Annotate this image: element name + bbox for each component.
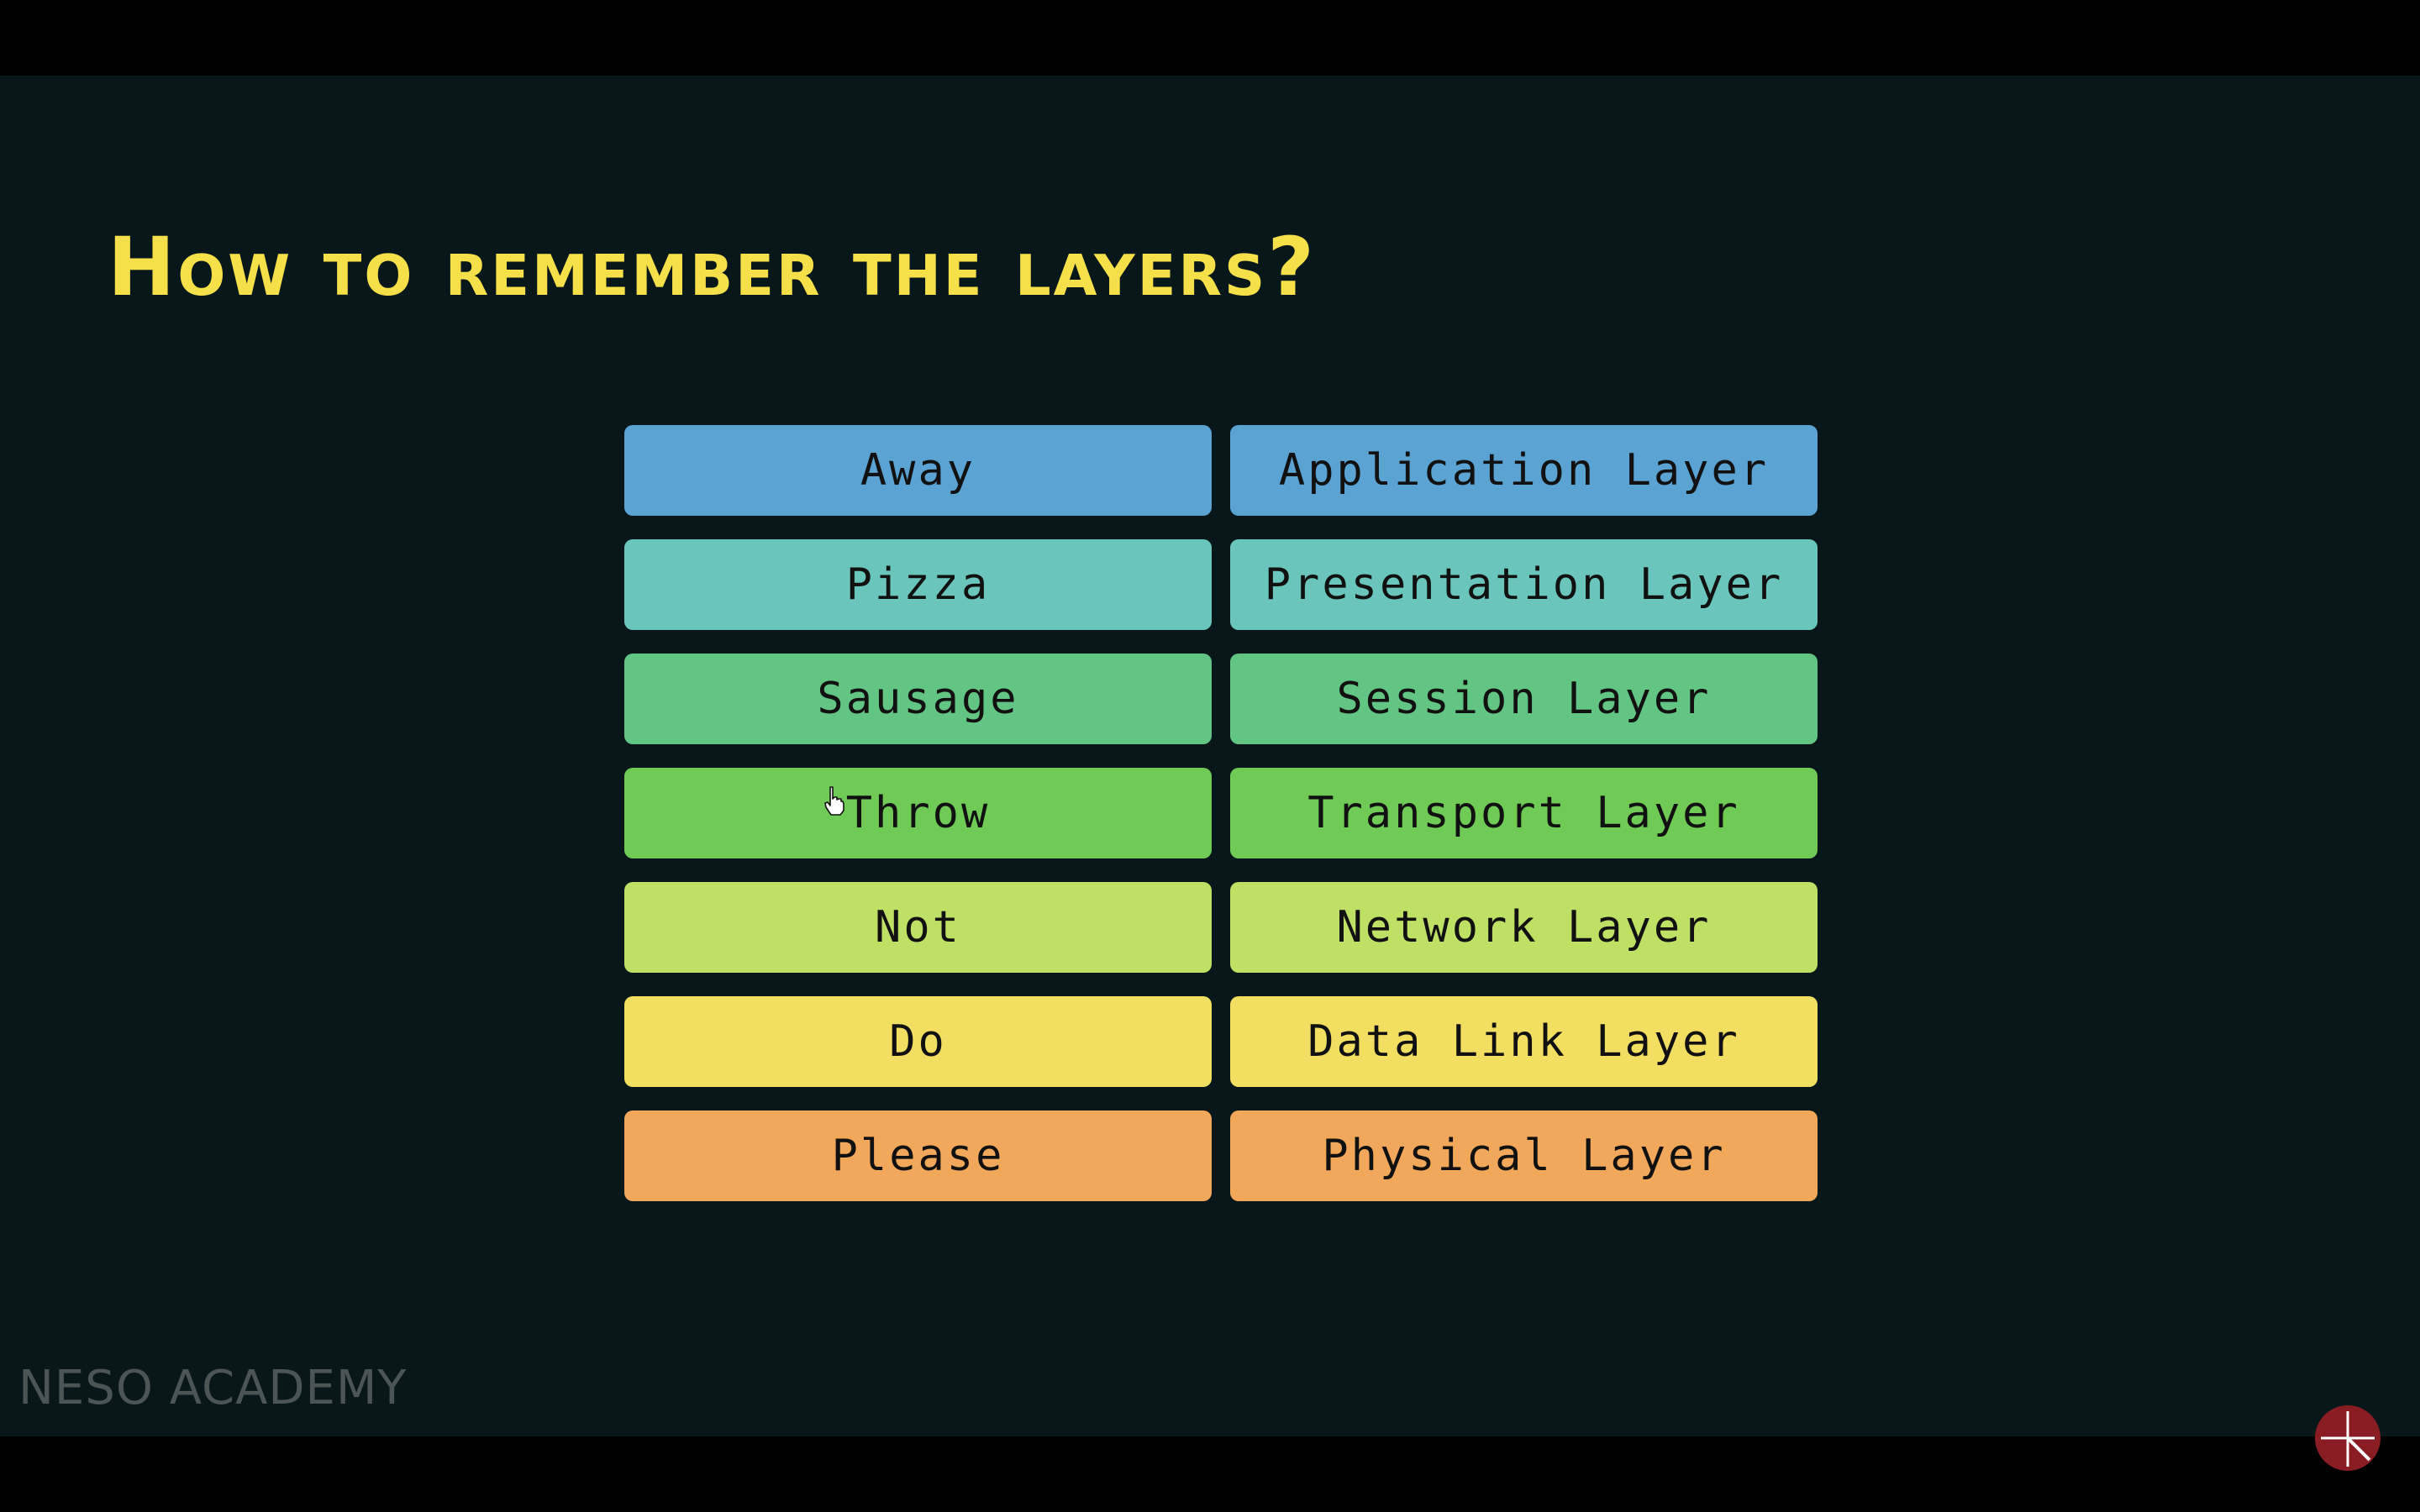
layer-row-network: Not Network Layer xyxy=(624,882,1818,973)
mnemonic-cell: Away xyxy=(624,425,1212,516)
layer-cell: Network Layer xyxy=(1230,882,1818,973)
mnemonic-cell: Do xyxy=(624,996,1212,1087)
mnemonic-cell: Throw xyxy=(624,768,1212,858)
layer-cell: Data Link Layer xyxy=(1230,996,1818,1087)
mnemonic-cell: Please xyxy=(624,1110,1212,1201)
layer-row-transport: Throw Transport Layer xyxy=(624,768,1818,858)
mnemonic-cell: Sausage xyxy=(624,654,1212,744)
layer-row-application: Away Application Layer xyxy=(624,425,1818,516)
layer-row-presentation: Pizza Presentation Layer xyxy=(624,539,1818,630)
layer-cell: Application Layer xyxy=(1230,425,1818,516)
layer-cell: Transport Layer xyxy=(1230,768,1818,858)
layer-cell: Presentation Layer xyxy=(1230,539,1818,630)
player-logo-icon[interactable] xyxy=(2314,1404,2381,1472)
slide-title: How to remember the layers? xyxy=(108,220,1317,314)
slide: How to remember the layers? Away Applica… xyxy=(0,76,2420,1436)
layer-row-session: Sausage Session Layer xyxy=(624,654,1818,744)
letterbox-bottom xyxy=(0,1436,2420,1512)
hand-pointer-icon xyxy=(824,786,844,816)
mnemonic-cell: Not xyxy=(624,882,1212,973)
layer-cell: Physical Layer xyxy=(1230,1110,1818,1201)
layer-row-physical: Please Physical Layer xyxy=(624,1110,1818,1201)
layers-table: Away Application Layer Pizza Presentatio… xyxy=(624,425,1818,1225)
mnemonic-cell: Pizza xyxy=(624,539,1212,630)
watermark: NESO ACADEMY xyxy=(18,1361,408,1415)
layer-cell: Session Layer xyxy=(1230,654,1818,744)
letterbox-top xyxy=(0,0,2420,76)
layer-row-data-link: Do Data Link Layer xyxy=(624,996,1818,1087)
